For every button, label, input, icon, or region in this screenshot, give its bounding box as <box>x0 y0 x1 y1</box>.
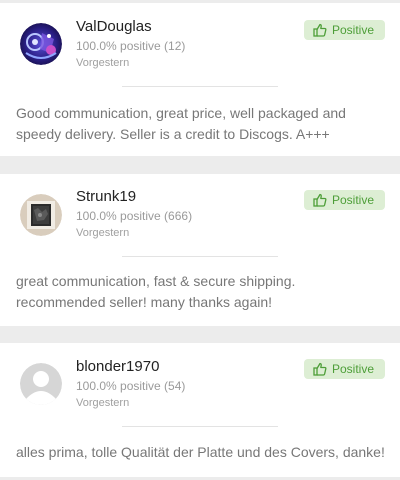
avatar[interactable] <box>20 23 62 65</box>
user-rating: 100.0% positive (666) <box>76 209 193 223</box>
positive-badge: Positive <box>304 20 385 40</box>
feedback-date: Vorgestern <box>76 227 130 239</box>
feedback-date: Vorgestern <box>76 397 130 409</box>
username[interactable]: ValDouglas <box>76 18 152 36</box>
divider <box>122 86 278 87</box>
badge-label: Positive <box>332 362 375 376</box>
thumbs-up-icon <box>313 362 327 376</box>
username[interactable]: Strunk19 <box>76 188 136 206</box>
avatar[interactable] <box>20 363 62 405</box>
user-rating: 100.0% positive (12) <box>76 39 186 53</box>
thumbs-up-icon <box>313 23 327 37</box>
username[interactable]: blonder1970 <box>76 358 159 376</box>
feedback-card: Strunk19 100.0% positive (666) Vorgester… <box>0 174 400 326</box>
badge-label: Positive <box>332 23 375 37</box>
user-rating: 100.0% positive (54) <box>76 379 186 393</box>
thumbs-up-icon <box>313 193 327 207</box>
feedback-comment: great communication, fast & secure shipp… <box>16 273 296 310</box>
feedback-card: blonder1970 100.0% positive (54) Vorgest… <box>0 343 400 477</box>
badge-label: Positive <box>332 193 375 207</box>
positive-badge: Positive <box>304 190 385 210</box>
positive-badge: Positive <box>304 359 385 379</box>
user-silhouette-icon <box>20 363 62 405</box>
feedback-card: ValDouglas 100.0% positive (12) Vorgeste… <box>0 3 400 156</box>
feedback-list: ValDouglas 100.0% positive (12) Vorgeste… <box>0 0 400 480</box>
divider <box>122 256 278 257</box>
feedback-comment: Good communication, great price, well pa… <box>16 105 346 142</box>
avatar[interactable] <box>20 194 62 236</box>
feedback-comment: alles prima, tolle Qualität der Platte u… <box>16 444 385 460</box>
divider <box>122 426 278 427</box>
feedback-date: Vorgestern <box>76 57 130 69</box>
